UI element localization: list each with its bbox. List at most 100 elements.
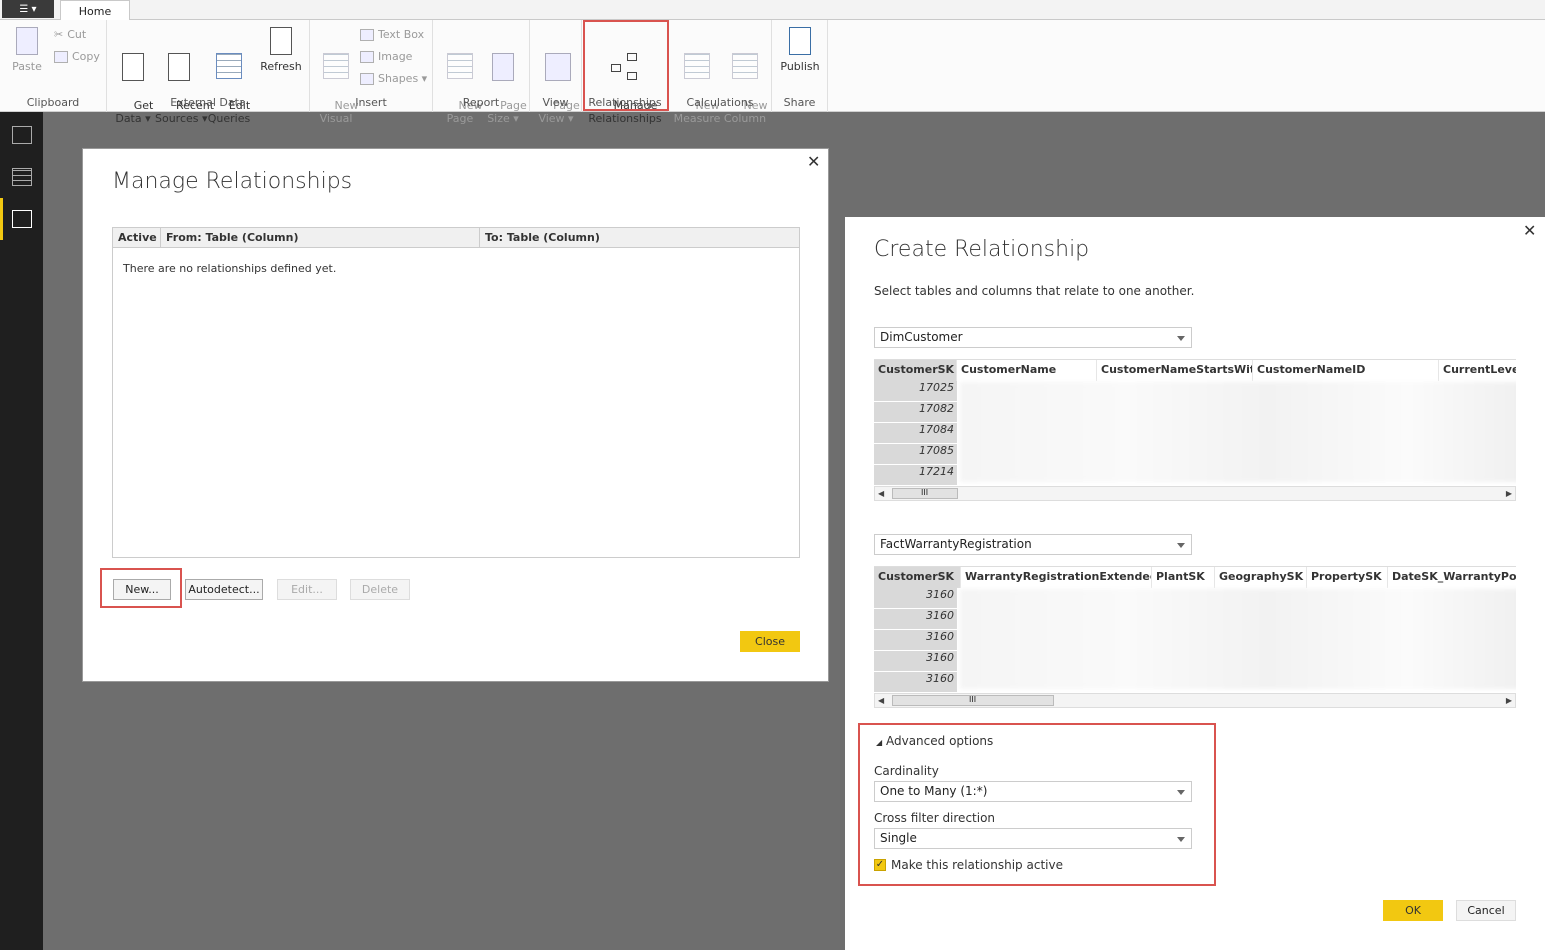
table1-header: CustomerSK CustomerName CustomerNameStar… <box>874 360 1516 381</box>
new-page-button[interactable]: New Page <box>436 24 484 138</box>
publish-label: Publish <box>780 60 820 73</box>
col-from[interactable]: From: Table (Column) <box>161 228 480 247</box>
scissors-icon: ✂ <box>54 28 64 41</box>
table-row: 3160 <box>874 672 957 692</box>
t1-col[interactable]: CustomerNameStartsWith <box>1097 360 1253 381</box>
scroll-right-icon[interactable]: ▶ <box>1506 696 1512 705</box>
highlight-advanced-options <box>858 723 1216 886</box>
page-view-button[interactable]: Page View ▾ <box>532 24 580 138</box>
shapes-button[interactable]: Shapes ▾ <box>360 72 427 85</box>
data-view-icon[interactable] <box>12 168 32 186</box>
autodetect-button[interactable]: Autodetect... <box>185 579 263 600</box>
table2-header: CustomerSK WarrantyRegistrationExtendedS… <box>874 567 1516 588</box>
scroll-grip: III <box>921 488 929 497</box>
refresh-button[interactable]: Refresh <box>257 24 305 73</box>
t2-col[interactable]: GeographySK <box>1215 567 1307 588</box>
report-group-label: Report <box>462 96 500 109</box>
report-view-icon[interactable] <box>12 126 32 144</box>
manage-dialog-title: Manage Relationships <box>112 169 353 194</box>
view-group: Page View ▾ View <box>530 20 582 125</box>
table-row: 17025 <box>874 381 957 402</box>
external-data-group: Get Data ▾ Recent Sources ▾ Edit Queries… <box>107 20 310 125</box>
new-page-icon <box>444 50 476 84</box>
scroll-thumb[interactable]: III <box>892 695 1054 706</box>
manage-close-icon[interactable]: ✕ <box>807 152 820 171</box>
copy-button[interactable]: Copy <box>54 50 100 63</box>
calculations-group-label: Calculations <box>686 96 754 109</box>
table2-select[interactable]: FactWarrantyRegistration <box>874 534 1192 555</box>
table1-selected: DimCustomer <box>880 330 963 344</box>
create-close-icon[interactable]: ✕ <box>1523 221 1536 240</box>
table-row: 3160 <box>874 630 957 651</box>
new-measure-button[interactable]: New Measure <box>673 24 721 138</box>
cut-button[interactable]: ✂ Cut <box>54 28 86 41</box>
col-to[interactable]: To: Table (Column) <box>480 228 799 247</box>
clipboard-group: Paste ✂ Cut Copy Clipboard <box>0 20 107 112</box>
t2-col[interactable]: PropertySK <box>1307 567 1388 588</box>
text-box-button[interactable]: Text Box <box>360 28 424 41</box>
tab-home[interactable]: Home <box>60 0 130 21</box>
image-label: Image <box>378 50 413 63</box>
bar-chart-icon <box>320 50 352 84</box>
insert-group-label: Insert <box>355 96 387 109</box>
new-column-button[interactable]: New Column <box>721 24 769 138</box>
page-size-icon <box>487 50 519 84</box>
empty-message: There are no relationships defined yet. <box>123 262 337 275</box>
t1-col[interactable]: CustomerNameID <box>1253 360 1439 381</box>
create-dialog-title: Create Relationship <box>874 237 1090 262</box>
table1-select[interactable]: DimCustomer <box>874 327 1192 348</box>
t2-col[interactable]: CustomerSK <box>874 567 961 588</box>
ok-button[interactable]: OK <box>1383 900 1443 921</box>
share-group: Publish Share <box>772 20 828 112</box>
publish-button[interactable]: Publish <box>776 24 824 73</box>
blurred-data <box>960 589 1516 689</box>
shapes-label: Shapes ▾ <box>378 72 428 85</box>
file-menu-button[interactable]: ☰ ▾ <box>2 0 54 18</box>
t1-col[interactable]: CustomerName <box>957 360 1097 381</box>
highlight-manage-relationships <box>583 20 669 111</box>
t2-col[interactable]: DateSK_WarrantyPosted <box>1388 567 1516 588</box>
table-edit-icon <box>213 50 245 84</box>
scroll-left-icon[interactable]: ◀ <box>878 489 884 498</box>
table-row: 17084 <box>874 423 957 444</box>
paste-icon <box>11 24 43 58</box>
relationships-view-icon[interactable] <box>12 210 32 228</box>
close-button[interactable]: Close <box>740 631 800 652</box>
recent-sources-button[interactable]: Recent Sources ▾ <box>155 24 214 138</box>
col-active[interactable]: Active <box>113 228 161 247</box>
scroll-grip: III <box>969 695 977 704</box>
table-row: 3160 <box>874 588 957 609</box>
new-visual-button[interactable]: New Visual <box>312 24 360 138</box>
chevron-down-icon <box>1177 336 1185 341</box>
share-group-label: Share <box>783 96 816 109</box>
menu-icon: ☰ ▾ <box>19 3 37 15</box>
ribbon: Paste ✂ Cut Copy Clipboard Get Data ▾ Rec… <box>0 20 1545 125</box>
scroll-thumb[interactable]: III <box>892 488 958 499</box>
edit-button[interactable]: Edit... <box>277 579 337 600</box>
delete-button[interactable]: Delete <box>350 579 410 600</box>
cancel-button[interactable]: Cancel <box>1456 900 1516 921</box>
paste-button[interactable]: Paste <box>3 24 51 73</box>
scroll-left-icon[interactable]: ◀ <box>878 696 884 705</box>
t1-col[interactable]: CustomerSK <box>874 360 957 381</box>
edit-queries-button[interactable]: Edit Queries <box>205 24 253 138</box>
paste-label: Paste <box>12 60 42 73</box>
t2-col[interactable]: WarrantyRegistrationExtendedSK <box>961 567 1152 588</box>
page-size-button[interactable]: Page Size ▾ <box>479 24 527 138</box>
table2-scrollbar[interactable]: ◀ III ▶ <box>874 693 1516 708</box>
table2-selected: FactWarrantyRegistration <box>880 537 1032 551</box>
clipboard-group-label: Clipboard <box>26 96 80 109</box>
table1-scrollbar[interactable]: ◀ III ▶ <box>874 486 1516 501</box>
scroll-right-icon[interactable]: ▶ <box>1506 489 1512 498</box>
text-box-icon <box>360 28 374 41</box>
relationships-table-header: Active From: Table (Column) To: Table (C… <box>113 228 799 248</box>
t2-col[interactable]: PlantSK <box>1152 567 1215 588</box>
text-box-label: Text Box <box>378 28 425 41</box>
view-group-label: View <box>542 96 569 109</box>
t1-col[interactable]: CurrentLevel <box>1439 360 1516 381</box>
table2-preview: CustomerSK WarrantyRegistrationExtendedS… <box>874 566 1516 692</box>
new-column-icon <box>729 50 761 84</box>
relationships-table: Active From: Table (Column) To: Table (C… <box>112 227 800 558</box>
image-button[interactable]: Image <box>360 50 412 63</box>
get-data-button[interactable]: Get Data ▾ <box>109 24 157 138</box>
